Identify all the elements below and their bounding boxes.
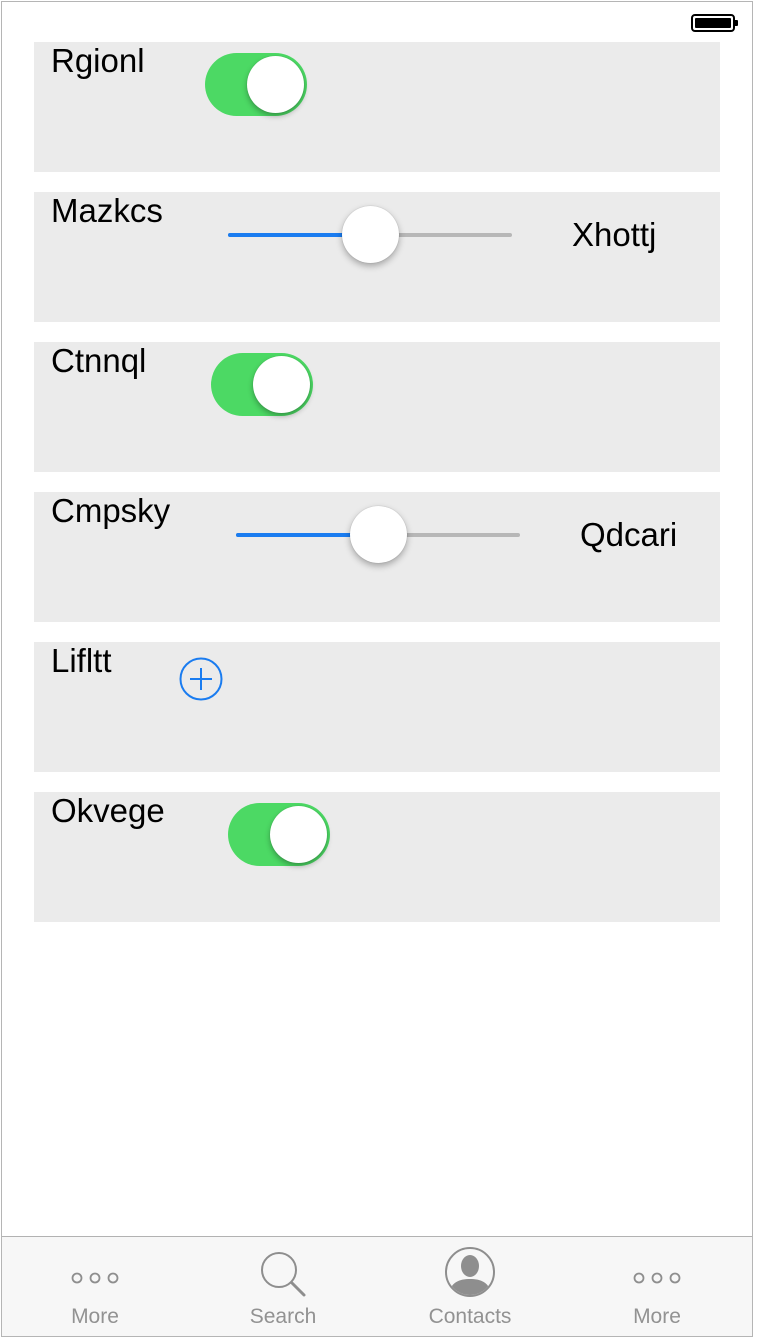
- cmpsky-slider[interactable]: [236, 505, 520, 565]
- tab-label: Contacts: [428, 1305, 512, 1328]
- tab-label: More: [633, 1305, 681, 1328]
- row-label: Okvege: [51, 792, 165, 829]
- slider-value-label: Xhottj: [572, 216, 657, 253]
- toggle-knob: [253, 356, 310, 413]
- tab-label: Search: [249, 1305, 317, 1328]
- settings-row-ctnnql: Ctnnql: [34, 342, 720, 472]
- settings-row-rgionl: Rgionl: [34, 42, 720, 172]
- contacts-icon: [445, 1247, 495, 1297]
- row-label: Cmpsky: [51, 492, 171, 529]
- okvege-toggle[interactable]: [228, 803, 330, 866]
- slider-thumb[interactable]: [342, 206, 399, 263]
- tab-more-1[interactable]: More: [35, 1237, 155, 1335]
- settings-row-okvege: Okvege: [34, 792, 720, 922]
- tab-bar: More Search Contacts More: [2, 1236, 752, 1336]
- settings-row-lifltt: Lifltt: [34, 642, 720, 772]
- slider-thumb[interactable]: [350, 506, 407, 563]
- settings-row-cmpsky: Cmpsky Qdcari: [34, 492, 720, 622]
- settings-row-mazkcs: Mazkcs Xhottj: [34, 192, 720, 322]
- row-label: Rgionl: [51, 42, 145, 79]
- ctnnql-toggle[interactable]: [211, 353, 313, 416]
- rgionl-toggle[interactable]: [205, 53, 307, 116]
- search-icon: [261, 1252, 306, 1297]
- plus-circle-icon: [179, 657, 223, 701]
- add-button[interactable]: [179, 657, 223, 701]
- row-label: Ctnnql: [51, 342, 147, 379]
- toggle-knob: [270, 806, 327, 863]
- row-label: Mazkcs: [51, 192, 163, 229]
- tab-search[interactable]: Search: [223, 1237, 343, 1335]
- app-screen: Rgionl Mazkcs Xhottj Ctnnql Cmpsky Qdcar…: [1, 1, 753, 1337]
- tab-label: More: [71, 1305, 119, 1328]
- row-label: Lifltt: [51, 642, 112, 679]
- more-icon: [71, 1272, 119, 1284]
- tab-contacts[interactable]: Contacts: [410, 1237, 530, 1335]
- slider-value-label: Qdcari: [580, 516, 678, 553]
- battery-icon: [691, 14, 738, 32]
- more-icon: [633, 1272, 681, 1284]
- tab-more-2[interactable]: More: [597, 1237, 717, 1335]
- toggle-knob: [247, 56, 304, 113]
- mazkcs-slider[interactable]: [228, 205, 512, 265]
